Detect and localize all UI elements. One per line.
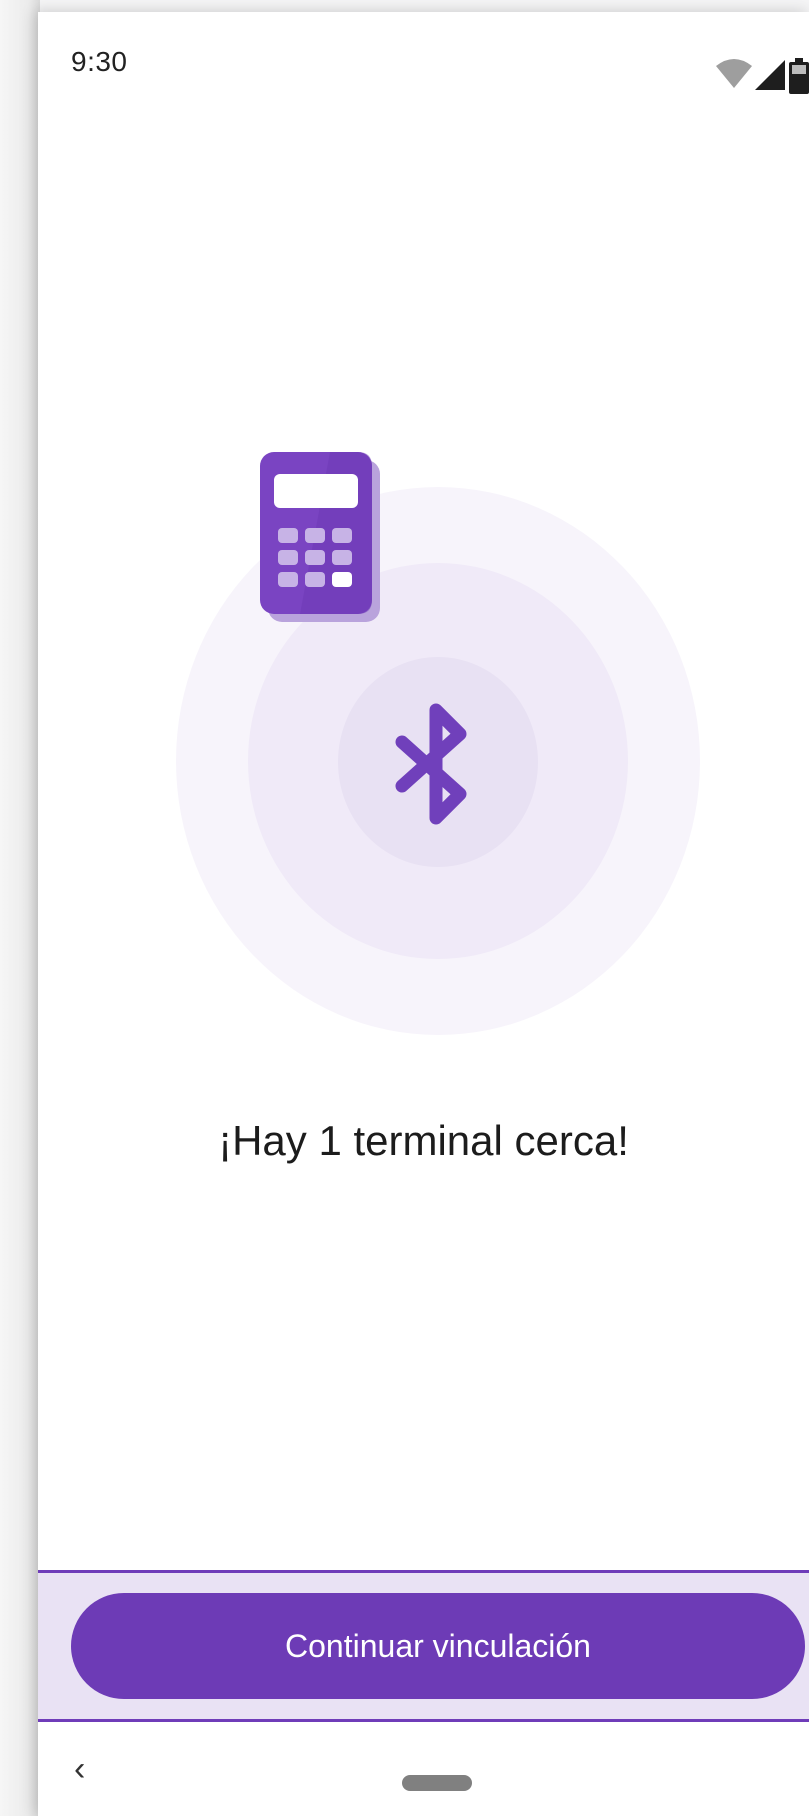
calculator-icon <box>260 452 380 622</box>
bluetooth-icon <box>395 703 467 825</box>
home-pill-icon[interactable] <box>402 1775 472 1791</box>
background-edge <box>0 0 40 1816</box>
cta-highlight-container: Continuar vinculación <box>38 1570 809 1722</box>
system-nav-bar: ‹ <box>38 1752 809 1816</box>
phone-screen: 9:30 ¡Hay 1 terminal cerca! Continuar vi… <box>38 12 809 1816</box>
continue-linking-button[interactable]: Continuar vinculación <box>71 1593 805 1699</box>
bluetooth-illustration <box>38 12 809 1112</box>
back-icon[interactable]: ‹ <box>74 1752 85 1786</box>
nearby-terminal-headline: ¡Hay 1 terminal cerca! <box>218 1117 629 1164</box>
